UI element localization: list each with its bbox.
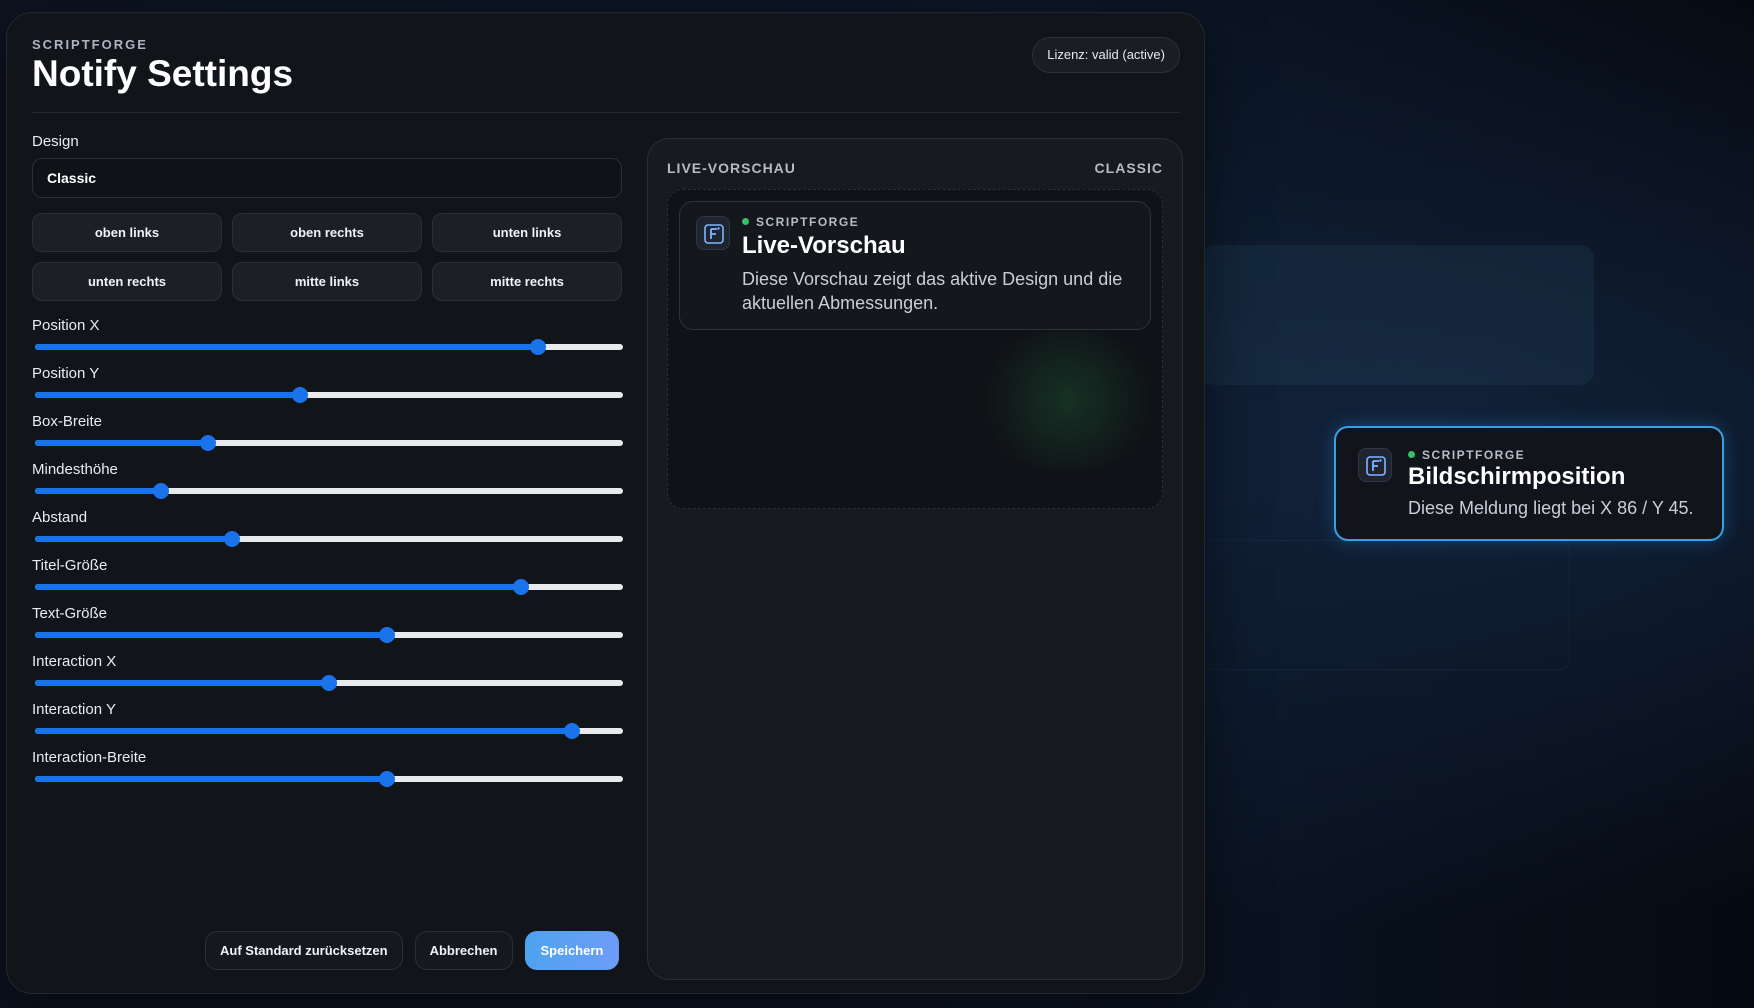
design-label: Design: [32, 133, 79, 150]
position-button-bottom-left[interactable]: unten links: [432, 213, 622, 252]
slider-thumb[interactable]: [223, 531, 240, 547]
position-button-middle-right[interactable]: mitte rechts: [432, 262, 622, 301]
action-bar: Auf Standard zurücksetzen Abbrechen Spei…: [205, 931, 620, 970]
preview-label: LIVE-VORSCHAU: [667, 160, 796, 176]
design-select[interactable]: Classic: [32, 158, 622, 198]
notification-brand-text: SCRIPTFORGE: [1422, 448, 1526, 462]
slider-fill: [35, 488, 162, 494]
slider-title-size: Titel-Größe: [32, 557, 623, 595]
live-preview-panel: LIVE-VORSCHAU CLASSIC SCRIPTFORGE Live-V…: [647, 138, 1183, 980]
position-button-middle-left[interactable]: mitte links: [232, 262, 422, 301]
cancel-button[interactable]: Abbrechen: [414, 931, 513, 970]
slider-label: Position X: [32, 317, 100, 334]
slider-track[interactable]: [35, 675, 623, 691]
slider-track[interactable]: [35, 435, 623, 451]
slider-track[interactable]: [35, 531, 623, 547]
reset-button[interactable]: Auf Standard zurücksetzen: [205, 931, 403, 970]
slider-spacing: Abstand: [32, 509, 623, 547]
slider-thumb[interactable]: [153, 483, 170, 499]
brand-label: SCRIPTFORGE: [32, 37, 148, 52]
scriptforge-logo-icon: [696, 216, 730, 250]
notification-title: Bildschirmposition: [1408, 463, 1626, 490]
slider-track[interactable]: [35, 387, 623, 403]
slider-label: Text-Größe: [32, 605, 108, 622]
slider-track[interactable]: [35, 723, 623, 739]
notification-title: Live-Vorschau: [742, 232, 906, 259]
slider-fill: [35, 680, 329, 686]
slider-track[interactable]: [35, 339, 623, 355]
slider-label: Interaction Y: [32, 701, 116, 718]
scriptforge-logo-icon: [1358, 448, 1392, 482]
position-button-top-right[interactable]: oben rechts: [232, 213, 422, 252]
notification-text: Diese Meldung liegt bei X 86 / Y 45.: [1408, 498, 1694, 518]
slider-position-x: Position X: [32, 317, 623, 355]
slider-thumb[interactable]: [378, 627, 395, 643]
preview-glow: [968, 330, 1162, 470]
position-button-top-left[interactable]: oben links: [32, 213, 222, 252]
slider-fill: [35, 536, 232, 542]
slider-thumb[interactable]: [513, 579, 530, 595]
slider-fill: [35, 776, 387, 782]
license-badge: Lizenz: valid (active): [1032, 37, 1180, 73]
slider-fill: [35, 728, 573, 734]
slider-position-y: Position Y: [32, 365, 623, 403]
slider-fill: [35, 344, 538, 350]
slider-thumb[interactable]: [564, 723, 581, 739]
slider-interaction-width: Interaction-Breite: [32, 749, 623, 787]
slider-interaction-x: Interaction X: [32, 653, 623, 691]
slider-list: Position X Position Y Box-Breite Mindest…: [32, 317, 623, 787]
status-dot: [742, 218, 749, 225]
slider-label: Interaction X: [32, 653, 117, 670]
slider-box-width: Box-Breite: [32, 413, 623, 451]
slider-thumb[interactable]: [321, 675, 337, 691]
slider-thumb[interactable]: [291, 387, 308, 403]
background-panel: [1200, 245, 1594, 385]
notification-brand: SCRIPTFORGE: [1408, 448, 1525, 462]
header-divider: [32, 112, 1180, 113]
slider-thumb[interactable]: [529, 339, 546, 355]
position-presets: oben links oben rechts unten links unten…: [32, 213, 622, 301]
notification-brand: SCRIPTFORGE: [742, 215, 859, 229]
slider-fill: [35, 440, 209, 446]
notification-brand-text: SCRIPTFORGE: [756, 215, 860, 229]
slider-min-height: Mindesthöhe: [32, 461, 623, 499]
notification-text: Diese Vorschau zeigt das aktive Design u…: [742, 269, 1123, 313]
background-panel-outline: [1200, 540, 1570, 670]
save-button[interactable]: Speichern: [524, 931, 620, 970]
slider-fill: [35, 392, 300, 398]
preview-design-name: CLASSIC: [1094, 160, 1163, 176]
slider-label: Position Y: [32, 365, 100, 382]
preview-canvas: SCRIPTFORGE Live-Vorschau Diese Vorschau…: [667, 189, 1163, 509]
slider-interaction-y: Interaction Y: [32, 701, 623, 739]
slider-label: Box-Breite: [32, 413, 103, 430]
slider-label: Abstand: [32, 509, 88, 526]
slider-thumb[interactable]: [200, 435, 217, 451]
slider-track[interactable]: [35, 771, 623, 787]
slider-text-size: Text-Größe: [32, 605, 623, 643]
page-title: Notify Settings: [32, 53, 294, 94]
settings-form: Design Classic oben links oben rechts un…: [32, 133, 623, 787]
slider-fill: [35, 632, 387, 638]
status-dot: [1408, 451, 1415, 458]
slider-track[interactable]: [35, 483, 623, 499]
preview-notification: SCRIPTFORGE Live-Vorschau Diese Vorschau…: [679, 201, 1151, 330]
slider-track[interactable]: [35, 579, 623, 595]
settings-panel: SCRIPTFORGE Notify Settings Lizenz: vali…: [6, 12, 1205, 994]
slider-thumb[interactable]: [378, 771, 395, 787]
screen-position-notification[interactable]: SCRIPTFORGE Bildschirmposition Diese Mel…: [1334, 426, 1724, 541]
slider-track[interactable]: [35, 627, 623, 643]
position-button-bottom-right[interactable]: unten rechts: [32, 262, 222, 301]
slider-fill: [35, 584, 522, 590]
slider-label: Mindesthöhe: [32, 461, 118, 478]
slider-label: Interaction-Breite: [32, 749, 147, 766]
slider-label: Titel-Größe: [32, 557, 108, 574]
